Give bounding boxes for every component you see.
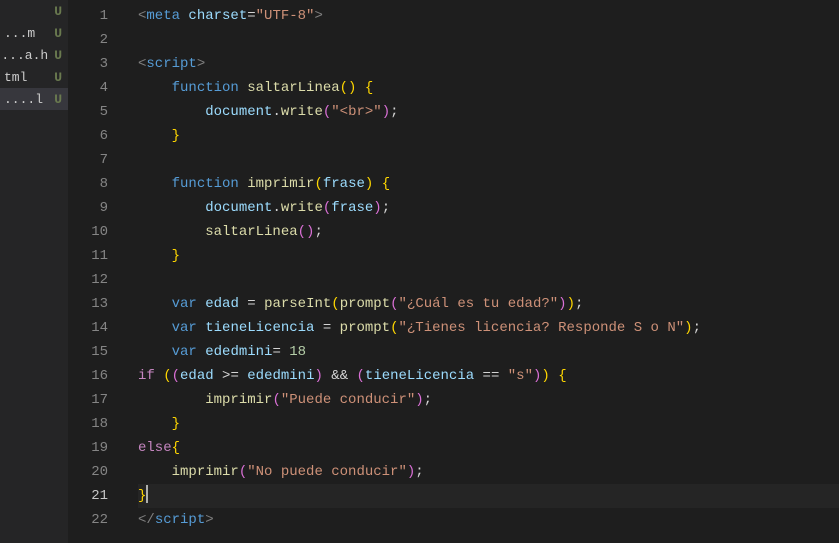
line-number-gutter: 12345678910111213141516171819202122: [68, 0, 126, 543]
line-number: 19: [68, 436, 108, 460]
code-line[interactable]: document.write("<br>");: [138, 100, 839, 124]
line-number: 13: [68, 292, 108, 316]
code-line[interactable]: [138, 268, 839, 292]
line-number: 9: [68, 196, 108, 220]
line-number: 2: [68, 28, 108, 52]
line-number: 20: [68, 460, 108, 484]
line-number: 11: [68, 244, 108, 268]
code-line[interactable]: imprimir("No puede conducir");: [138, 460, 839, 484]
code-content[interactable]: <meta charset="UTF-8"> <script> function …: [126, 0, 839, 543]
explorer-file-item[interactable]: a.h... U: [0, 44, 68, 66]
line-number: 14: [68, 316, 108, 340]
line-number: 17: [68, 388, 108, 412]
explorer-file-name: tml: [4, 70, 27, 85]
explorer-file-name: a.h...: [4, 48, 48, 63]
git-status-badge: U: [54, 70, 62, 85]
explorer-sidebar[interactable]: Um... Ua.h... Utml Ul.... U: [0, 0, 68, 543]
code-line[interactable]: var edad = parseInt(prompt("¿Cuál es tu …: [138, 292, 839, 316]
code-line[interactable]: }: [138, 244, 839, 268]
line-number: 15: [68, 340, 108, 364]
explorer-file-item[interactable]: tml U: [0, 66, 68, 88]
line-number: 10: [68, 220, 108, 244]
git-status-badge: U: [54, 48, 62, 63]
code-line[interactable]: [138, 148, 839, 172]
code-line[interactable]: saltarLinea();: [138, 220, 839, 244]
code-line[interactable]: }: [138, 484, 839, 508]
code-line[interactable]: function saltarLinea() {: [138, 76, 839, 100]
line-number: 12: [68, 268, 108, 292]
code-line[interactable]: else{: [138, 436, 839, 460]
line-number: 21: [68, 484, 108, 508]
explorer-file-name: m...: [4, 26, 35, 41]
code-line[interactable]: var tieneLicencia = prompt("¿Tienes lice…: [138, 316, 839, 340]
explorer-file-item[interactable]: l.... U: [0, 88, 68, 110]
line-number: 16: [68, 364, 108, 388]
code-line[interactable]: }: [138, 124, 839, 148]
code-line[interactable]: <meta charset="UTF-8">: [138, 4, 839, 28]
code-line[interactable]: function imprimir(frase) {: [138, 172, 839, 196]
code-line[interactable]: </script>: [138, 508, 839, 532]
line-number: 3: [68, 52, 108, 76]
git-status-badge: U: [54, 92, 62, 107]
code-line[interactable]: var ededmini= 18: [138, 340, 839, 364]
explorer-file-item[interactable]: U: [0, 0, 68, 22]
line-number: 8: [68, 172, 108, 196]
git-status-badge: U: [54, 4, 62, 19]
git-status-badge: U: [54, 26, 62, 41]
code-line[interactable]: document.write(frase);: [138, 196, 839, 220]
line-number: 18: [68, 412, 108, 436]
code-line[interactable]: [138, 28, 839, 52]
app-root: Um...Ua.h...UtmlUl....U 1234567891011121…: [0, 0, 839, 543]
line-number: 6: [68, 124, 108, 148]
code-line[interactable]: if ((edad >= ededmini) && (tieneLicencia…: [138, 364, 839, 388]
explorer-file-name: l....: [4, 92, 43, 107]
code-line[interactable]: }: [138, 412, 839, 436]
code-line[interactable]: imprimir("Puede conducir");: [138, 388, 839, 412]
code-editor[interactable]: 12345678910111213141516171819202122 <met…: [68, 0, 839, 543]
line-number: 7: [68, 148, 108, 172]
code-line[interactable]: <script>: [138, 52, 839, 76]
line-number: 1: [68, 4, 108, 28]
line-number: 22: [68, 508, 108, 532]
line-number: 4: [68, 76, 108, 100]
explorer-file-item[interactable]: m... U: [0, 22, 68, 44]
line-number: 5: [68, 100, 108, 124]
